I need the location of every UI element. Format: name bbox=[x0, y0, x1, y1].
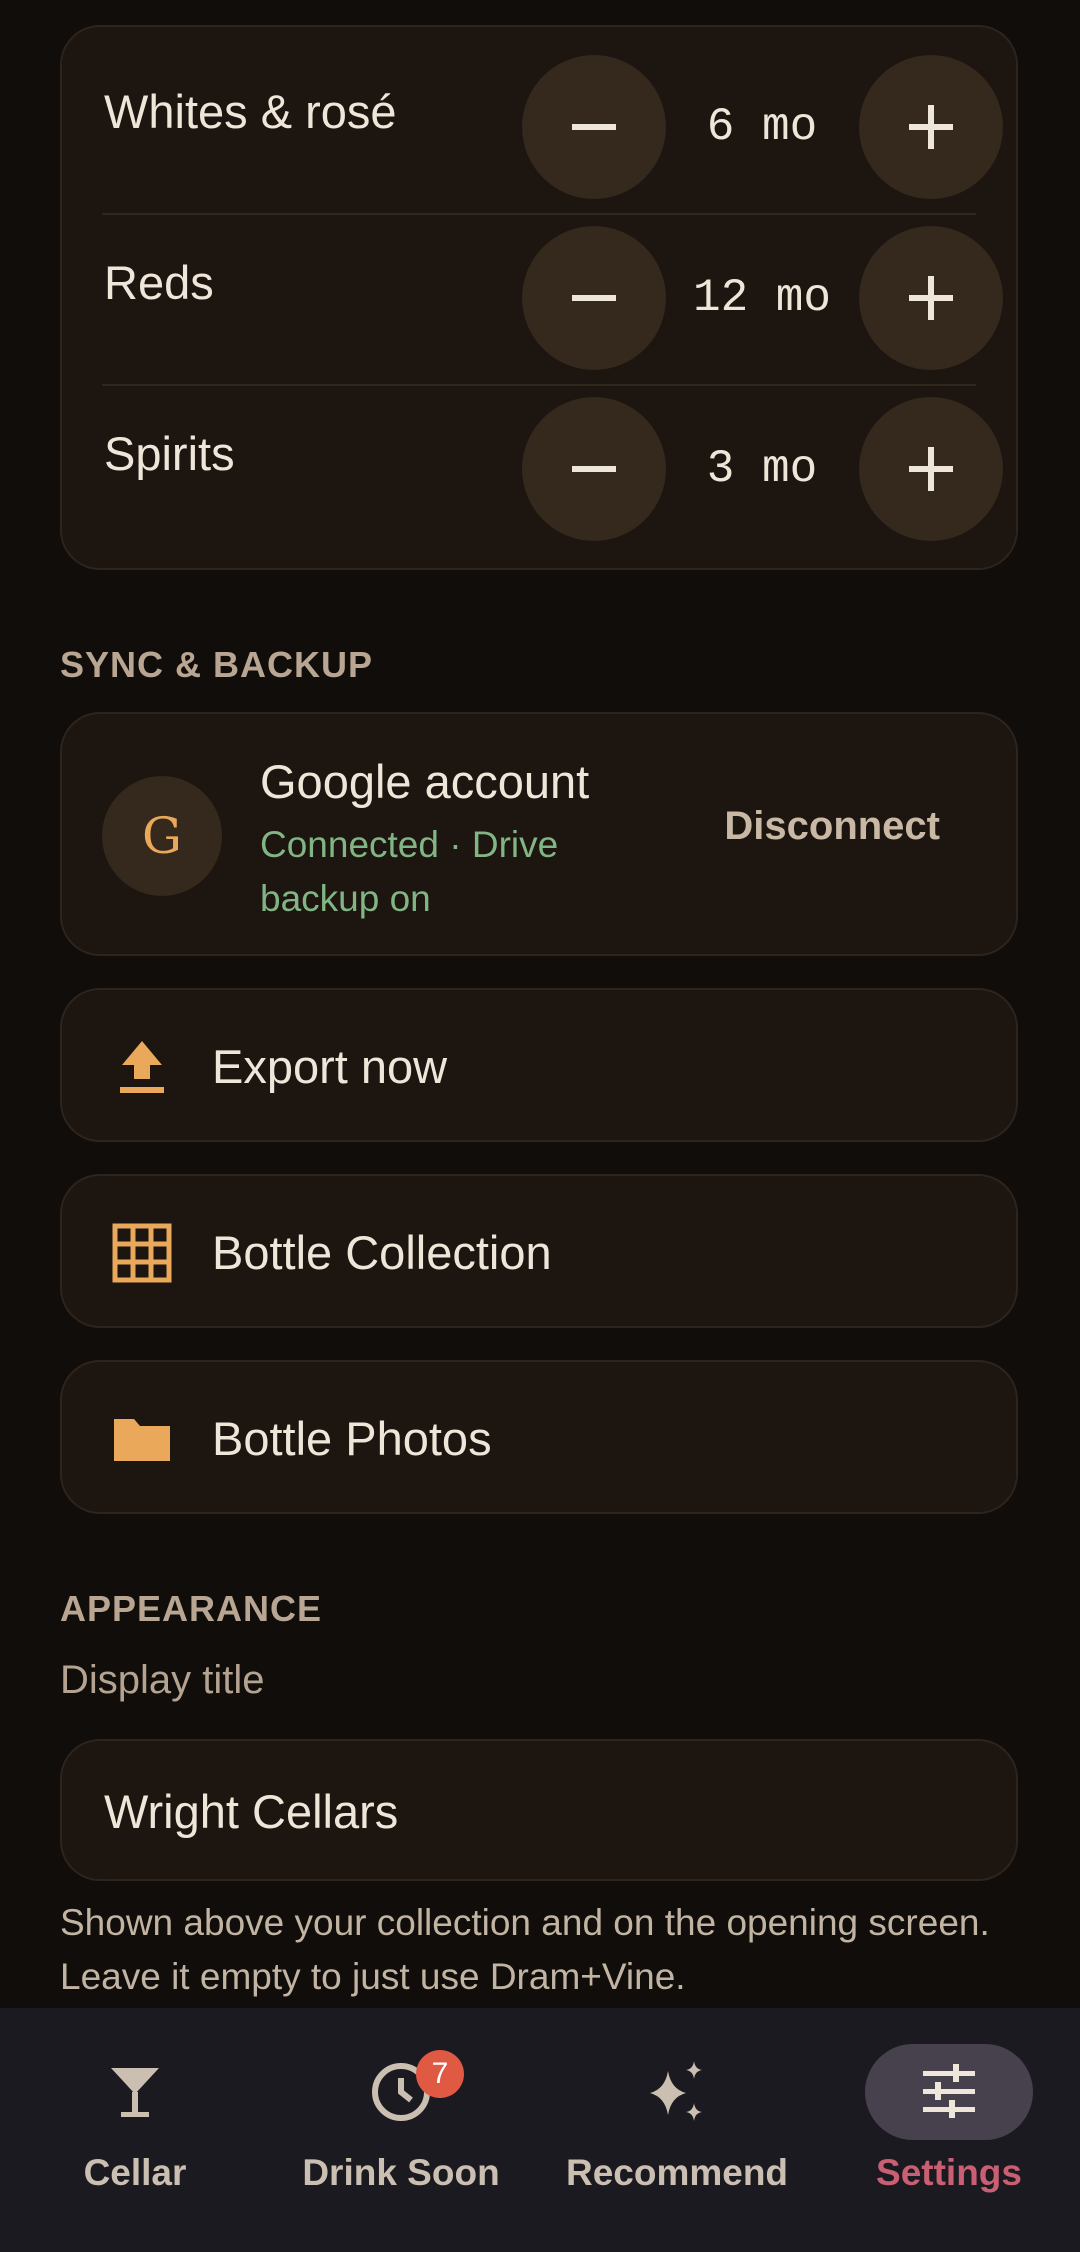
bottle-collection-label: Bottle Collection bbox=[212, 1226, 552, 1279]
reminder-intervals-card: Whites & rosé 6 mo Reds 12 mo Spirits 3 … bbox=[60, 25, 1018, 570]
tune-icon bbox=[923, 2064, 975, 2118]
increment-button[interactable] bbox=[859, 397, 1003, 541]
helper-text: Shown above your collection and on the o… bbox=[60, 1902, 990, 1997]
plus-icon bbox=[909, 276, 953, 320]
upload-icon bbox=[120, 1041, 164, 1093]
interval-row-spirits: Spirits 3 mo bbox=[62, 369, 1016, 541]
avatar: G bbox=[102, 776, 222, 896]
interval-label: Reds bbox=[104, 256, 214, 309]
interval-value: 6 mo bbox=[706, 101, 818, 153]
increment-button[interactable] bbox=[859, 226, 1003, 370]
nav-item-recommend[interactable]: Recommend bbox=[542, 2008, 812, 2252]
nav-icon-wrap bbox=[51, 2044, 219, 2140]
interval-row-reds: Reds 12 mo bbox=[62, 198, 1016, 370]
interval-value: 12 mo bbox=[692, 272, 832, 324]
bottle-collection-button[interactable]: Bottle Collection bbox=[60, 1174, 1018, 1328]
interval-value: 3 mo bbox=[706, 443, 818, 495]
section-title-sync: SYNC & BACKUP bbox=[60, 644, 374, 685]
display-title-field[interactable]: Wright Cellars bbox=[60, 1739, 1018, 1881]
display-title-label: Display title bbox=[60, 1658, 265, 1702]
cocktail-glass-icon bbox=[111, 2068, 159, 2117]
disconnect-button[interactable]: Disconnect bbox=[724, 804, 940, 849]
bottle-photos-button[interactable]: Bottle Photos bbox=[60, 1360, 1018, 1514]
nav-icon-wrap bbox=[865, 2044, 1033, 2140]
plus-icon bbox=[909, 447, 953, 491]
interval-row-whites: Whites & rosé 6 mo bbox=[62, 27, 1016, 199]
nav-label: Settings bbox=[876, 2152, 1022, 2193]
notification-badge: 7 bbox=[416, 2050, 464, 2098]
export-now-label: Export now bbox=[212, 1040, 448, 1093]
nav-label: Recommend bbox=[565, 2152, 789, 2193]
grid-icon bbox=[112, 1223, 172, 1283]
status-text: Connected · Drive backup on bbox=[260, 824, 559, 919]
minus-icon bbox=[572, 124, 616, 130]
nav-item-cellar[interactable]: Cellar bbox=[0, 2008, 270, 2252]
section-title-appearance: APPEARANCE bbox=[60, 1588, 323, 1629]
minus-icon bbox=[572, 466, 616, 472]
minus-icon bbox=[572, 295, 616, 301]
google-account-title: Google account bbox=[260, 755, 590, 808]
bottle-photos-label: Bottle Photos bbox=[212, 1412, 492, 1465]
decrement-button[interactable] bbox=[522, 226, 666, 370]
nav-label: Drink Soon bbox=[302, 2152, 500, 2193]
nav-item-settings[interactable]: Settings bbox=[818, 2008, 1080, 2252]
folder-icon bbox=[114, 1419, 170, 1461]
sparkle-icon bbox=[650, 2061, 702, 2121]
nav-item-drink-soon[interactable]: 7 Drink Soon bbox=[266, 2008, 536, 2252]
google-account-card: G Google account Connected · Drive backu… bbox=[60, 712, 1018, 956]
increment-button[interactable] bbox=[859, 55, 1003, 199]
decrement-button[interactable] bbox=[522, 55, 666, 199]
interval-label: Spirits bbox=[104, 427, 235, 480]
nav-icon-wrap bbox=[593, 2044, 761, 2140]
export-now-button[interactable]: Export now bbox=[60, 988, 1018, 1142]
nav-icon-wrap bbox=[317, 2044, 485, 2140]
nav-label: Cellar bbox=[83, 2152, 187, 2193]
decrement-button[interactable] bbox=[522, 397, 666, 541]
plus-icon bbox=[909, 105, 953, 149]
bottom-navigation: Cellar 7 Drink Soon Recommend Settings bbox=[0, 2008, 1080, 2252]
interval-label: Whites & rosé bbox=[104, 85, 397, 138]
display-title-value: Wright Cellars bbox=[104, 1785, 399, 1838]
